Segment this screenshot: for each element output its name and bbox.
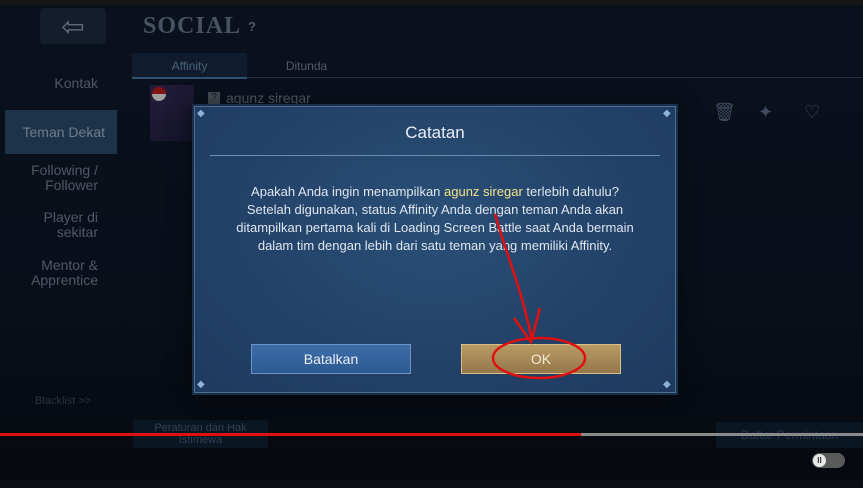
highlighted-friend-name: agunz siregar [444,184,523,199]
dialog-divider [210,155,660,156]
message-text-before: Apakah Anda ingin menampilkan [251,184,445,199]
corner-ornament-icon: ◆ [197,379,205,390]
dialog-title: Catatan [405,123,465,142]
corner-ornament-icon: ◆ [197,108,205,119]
video-progress-fill[interactable] [0,433,581,436]
pause-icon: II [813,454,826,467]
corner-ornament-icon: ◆ [663,108,671,119]
cancel-button[interactable]: Batalkan [251,344,411,374]
ok-button[interactable]: OK [461,344,621,374]
play-pause-toggle[interactable]: II [812,453,845,468]
corner-ornament-icon: ◆ [663,379,671,390]
confirm-dialog: ◆ ◆ ◆ ◆ Catatan Apakah Anda ingin menamp… [194,106,676,393]
dialog-message: Apakah Anda ingin menampilkan agunz sire… [231,183,639,255]
